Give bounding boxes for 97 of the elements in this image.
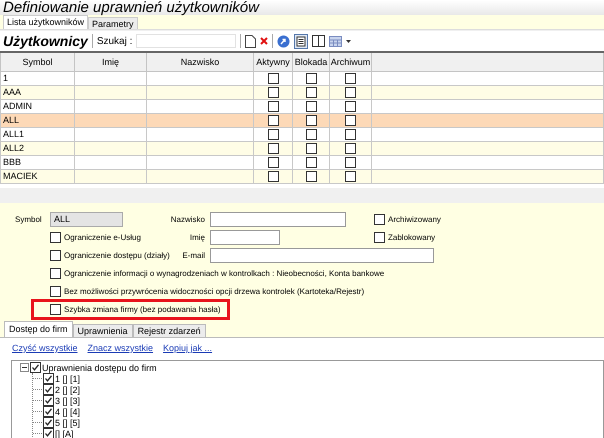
column-header[interactable]: Aktywny [254, 53, 292, 72]
collapse-toggle-icon[interactable] [20, 363, 29, 372]
checkbox[interactable] [268, 115, 278, 126]
checkbox-label: Szybka zmiana firmy (bez podawania hasła) [64, 304, 221, 314]
field-label: Nazwisko [170, 214, 206, 224]
checkbox-label: Bez możliwości przywrócenia widoczności opcji drzewa kontrolek (Kartoteka/Rejestr) [64, 286, 364, 296]
table-row[interactable]: AAA [0, 86, 604, 100]
checkbox[interactable] [374, 232, 385, 242]
tab[interactable]: Uprawnienia [72, 324, 133, 337]
checkbox[interactable] [345, 73, 356, 84]
table-cell: ADMIN [3, 101, 32, 111]
checkbox[interactable] [268, 129, 278, 140]
checkbox[interactable] [50, 286, 61, 296]
input-field[interactable] [210, 230, 280, 244]
checkbox[interactable] [43, 395, 54, 406]
tab[interactable]: Dostęp do firm [4, 321, 73, 337]
checkbox[interactable] [306, 101, 316, 112]
checkbox[interactable] [268, 101, 278, 112]
columns-icon[interactable] [312, 35, 326, 47]
checkbox[interactable] [43, 417, 54, 428]
column-header[interactable]: Blokada [292, 53, 330, 72]
table-row[interactable]: ALL [0, 114, 604, 128]
link[interactable]: Kopiuj jak ... [163, 343, 212, 357]
search-label: Szukaj : [96, 36, 132, 46]
tab[interactable]: Lista użytkowników [3, 15, 88, 29]
checkbox[interactable] [345, 171, 356, 182]
checkbox[interactable] [50, 250, 61, 260]
tab[interactable]: Parametry [88, 17, 138, 29]
tree-item[interactable]: [] [A] [55, 428, 74, 438]
field-label: E-mail [182, 250, 206, 260]
checkbox-label: Ograniczenie e-Usług [64, 232, 141, 242]
checkbox[interactable] [306, 73, 316, 84]
input-field[interactable] [210, 212, 346, 226]
table-row[interactable]: MACIEK [0, 170, 604, 184]
tree-item[interactable]: 3 [] [3] [55, 396, 80, 406]
checkbox[interactable] [306, 157, 316, 168]
checkbox[interactable] [306, 171, 316, 182]
tree-item[interactable]: 5 [] [5] [55, 418, 80, 428]
checkbox[interactable] [345, 157, 356, 168]
table-cell: ALL2 [3, 143, 24, 153]
tree-item[interactable]: 4 [] [4] [55, 406, 80, 416]
delete-icon[interactable] [260, 37, 268, 45]
tab[interactable]: Rejestr zdarzeń [132, 324, 206, 337]
checkbox[interactable] [306, 115, 316, 126]
table-cell: AAA [3, 87, 22, 97]
search-field[interactable] [136, 34, 236, 48]
checkbox[interactable] [50, 268, 61, 278]
checkbox[interactable] [268, 73, 278, 84]
link[interactable]: Czyść wszystkie [12, 343, 78, 357]
checkbox[interactable] [306, 87, 316, 98]
table-cell: ALL [3, 115, 20, 125]
section-title: Użytkownicy [3, 33, 88, 49]
link[interactable]: Znacz wszystkie [88, 343, 154, 357]
checkbox[interactable] [374, 214, 385, 224]
column-header[interactable]: Nazwisko [146, 53, 254, 72]
checkbox[interactable] [268, 157, 278, 168]
checkbox[interactable] [43, 428, 54, 438]
table-cell: 1 [3, 73, 8, 83]
checkbox-label: Archiwizowany [388, 214, 441, 224]
caret-icon[interactable] [346, 40, 352, 42]
checkbox[interactable] [30, 362, 41, 373]
checkbox[interactable] [345, 101, 356, 112]
column-header[interactable]: Symbol [0, 53, 74, 72]
checkbox[interactable] [345, 115, 356, 126]
checkbox[interactable] [43, 384, 54, 395]
column-header[interactable]: Imię [74, 53, 146, 72]
symbol-field[interactable]: ALL [50, 212, 123, 226]
table-cell: ALL1 [3, 129, 24, 139]
column-header[interactable]: Archiwum [330, 53, 372, 72]
checkbox[interactable] [43, 373, 54, 384]
tree-item[interactable]: 2 [] [2] [55, 384, 80, 394]
table-row[interactable]: ALL2 [0, 142, 604, 156]
checkbox-label: Ograniczenie informacji o wynagrodzeniach w kontrolkach : Nieobecności, Konta bankowe [64, 268, 384, 278]
tree-item[interactable]: Uprawnienia dostępu do firm [42, 362, 157, 372]
checkbox[interactable] [345, 87, 356, 98]
new-document-icon[interactable] [245, 34, 256, 48]
checkbox[interactable] [306, 143, 316, 154]
tree-item[interactable]: 1 [] [1] [55, 374, 80, 384]
input-field[interactable] [210, 248, 434, 262]
checkbox[interactable] [268, 143, 278, 154]
arrow-circle-icon[interactable] [277, 34, 290, 48]
checkbox-label: Ograniczenie dostępu (działy) [64, 250, 170, 260]
checkbox[interactable] [50, 232, 61, 242]
checkbox-label: Zablokowany [388, 232, 436, 242]
checkbox[interactable] [306, 129, 316, 140]
checkbox[interactable] [50, 304, 61, 314]
field-label: Symbol [15, 214, 43, 224]
checkbox[interactable] [268, 87, 278, 98]
window-title: Definiowanie uprawnień użytkowników [0, 0, 604, 15]
table-cell: MACIEK [3, 171, 38, 181]
field-label: Imię [190, 232, 206, 242]
checkbox[interactable] [345, 129, 356, 140]
form-view-icon[interactable] [294, 34, 308, 48]
checkbox[interactable] [268, 171, 278, 182]
table-cell: BBB [3, 157, 22, 167]
checkbox[interactable] [345, 143, 356, 154]
checkbox[interactable] [43, 406, 54, 417]
